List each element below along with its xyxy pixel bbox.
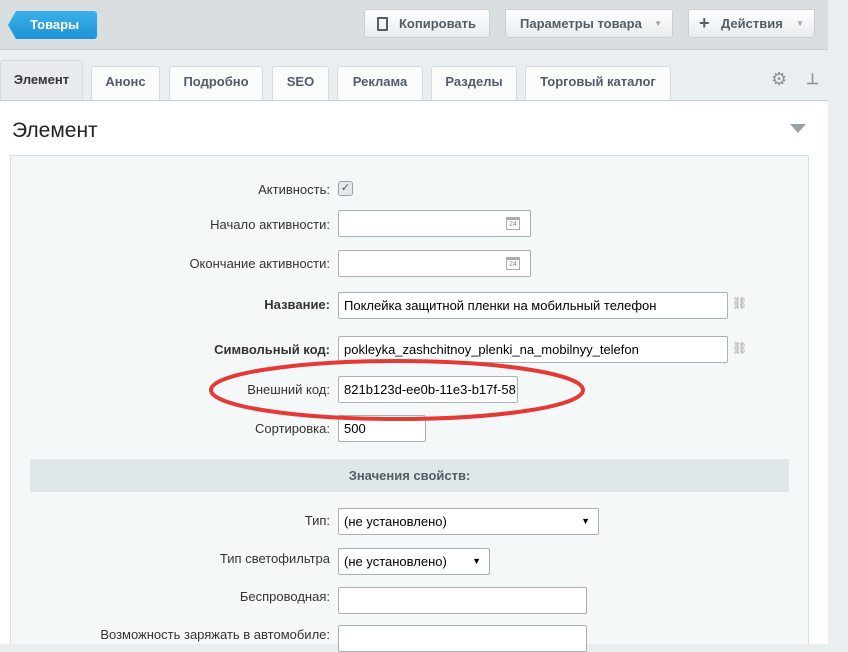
- chevron-down-icon: ▼: [796, 19, 804, 28]
- pin-icon[interactable]: ⊥: [806, 70, 819, 88]
- copy-icon: [377, 17, 388, 31]
- actions-label: Действия: [721, 16, 783, 31]
- tab-details[interactable]: Подробно: [169, 66, 263, 100]
- name-input[interactable]: Поклейка защитной пленки на мобильный те…: [338, 292, 728, 319]
- filter-type-select[interactable]: (не установлено) ▼: [338, 548, 490, 575]
- type-select[interactable]: (не установлено) ▼: [338, 508, 599, 535]
- link-icon[interactable]: ⛓: [732, 341, 747, 355]
- plus-icon: +: [699, 13, 710, 33]
- active-label: Активность:: [258, 182, 330, 197]
- properties-header: Значения свойств:: [30, 459, 789, 492]
- tab-announce[interactable]: Анонс: [91, 66, 160, 100]
- chevron-down-icon: ▼: [472, 556, 481, 566]
- tab-ads[interactable]: Реклама: [337, 66, 423, 100]
- product-params-button[interactable]: Параметры товара ▼: [505, 9, 673, 38]
- wireless-label: Беспроводная:: [239, 589, 330, 604]
- actions-button[interactable]: + Действия ▼: [688, 9, 815, 38]
- type-label: Тип:: [304, 513, 330, 528]
- filter-type-label: Тип светофильтра: [219, 551, 330, 566]
- section-title: Элемент: [12, 119, 98, 142]
- tab-element[interactable]: Элемент: [0, 60, 83, 100]
- link-icon[interactable]: ⛓: [732, 296, 747, 310]
- copy-button[interactable]: Копировать: [364, 9, 490, 38]
- collapse-triangle-icon[interactable]: [790, 124, 806, 133]
- car-charging-input[interactable]: [338, 625, 587, 652]
- end-date-input[interactable]: 24: [338, 250, 531, 277]
- copy-label: Копировать: [399, 16, 477, 31]
- product-params-label: Параметры товара: [520, 16, 642, 31]
- tab-trade-catalog[interactable]: Торговый каталог: [525, 66, 671, 100]
- red-annotation-ellipse: [209, 359, 585, 421]
- calendar-icon[interactable]: 24: [506, 257, 520, 270]
- start-date-input[interactable]: 24: [338, 210, 531, 237]
- end-date-label: Окончание активности:: [189, 256, 330, 271]
- chevron-down-icon: ▼: [581, 516, 590, 526]
- car-charging-label: Возможность заряжать в автомобиле:: [100, 627, 330, 642]
- gear-icon[interactable]: ⚙: [771, 69, 787, 90]
- name-label: Название:: [264, 297, 330, 312]
- chevron-down-icon: ▼: [654, 19, 662, 28]
- active-checkbox[interactable]: ✓: [338, 181, 353, 196]
- back-to-products-button[interactable]: Товары: [8, 11, 97, 39]
- calendar-icon[interactable]: 24: [506, 217, 520, 230]
- wireless-input[interactable]: [338, 587, 587, 614]
- start-date-label: Начало активности:: [210, 217, 330, 232]
- tab-sections[interactable]: Разделы: [431, 66, 517, 100]
- tab-seo[interactable]: SEO: [272, 66, 329, 100]
